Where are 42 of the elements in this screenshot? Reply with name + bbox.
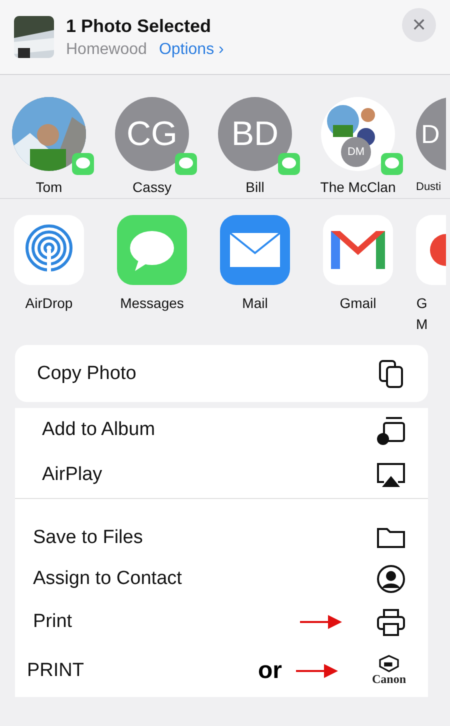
airdrop-app-icon[interactable] xyxy=(14,215,84,285)
location-label: Homewood xyxy=(66,40,147,58)
app-label: G xyxy=(416,294,428,313)
app-label: Messages xyxy=(120,294,184,313)
app-label: Gmail xyxy=(340,294,376,313)
action-row[interactable]: Assign to Contact xyxy=(15,559,428,599)
action-row[interactable]: PRINT or Canon xyxy=(15,645,428,697)
app-label: Mail xyxy=(242,294,268,313)
app-label: M xyxy=(416,315,428,334)
action-row[interactable]: Copy Photo xyxy=(15,345,428,402)
action-row[interactable]: Add to Album xyxy=(15,408,428,452)
action-row[interactable]: Print xyxy=(15,599,428,645)
action-label: Assign to Contact xyxy=(33,568,183,590)
mail-app-icon[interactable] xyxy=(220,215,290,285)
airplay-icon xyxy=(376,460,406,490)
contact-name: Tom xyxy=(36,179,62,195)
action-label: PRINT xyxy=(27,660,85,682)
contact-name: Dusti xyxy=(416,181,442,193)
copy-icon xyxy=(376,358,406,388)
action-label: Copy Photo xyxy=(37,362,138,384)
gmail-app-icon[interactable] xyxy=(323,215,393,285)
share-title: 1 Photo Selected xyxy=(66,16,212,36)
contact-name: Cassy xyxy=(132,179,172,195)
contact-name: The McClan xyxy=(320,179,396,195)
app-label: AirDrop xyxy=(25,294,73,313)
action-label: Save to Files xyxy=(33,527,144,549)
action-label: Add to Album xyxy=(42,419,156,441)
message-badge-icon xyxy=(72,153,94,175)
message-badge-icon xyxy=(381,153,403,175)
close-button[interactable]: ✕ xyxy=(402,8,436,42)
options-link[interactable]: Options › xyxy=(158,40,224,58)
annotation-note: or xyxy=(258,657,282,685)
action-row[interactable]: AirPlay xyxy=(15,452,428,498)
brand-logo: Canon xyxy=(372,673,406,687)
message-badge-icon xyxy=(278,153,300,175)
contact-name: Bill xyxy=(246,179,264,195)
action-label: Print xyxy=(33,611,74,633)
action-row[interactable]: Save to Files xyxy=(15,517,428,559)
action-label: AirPlay xyxy=(42,464,104,486)
contact-icon xyxy=(376,564,406,594)
message-badge-icon xyxy=(175,153,197,175)
add-album-icon xyxy=(376,415,406,445)
